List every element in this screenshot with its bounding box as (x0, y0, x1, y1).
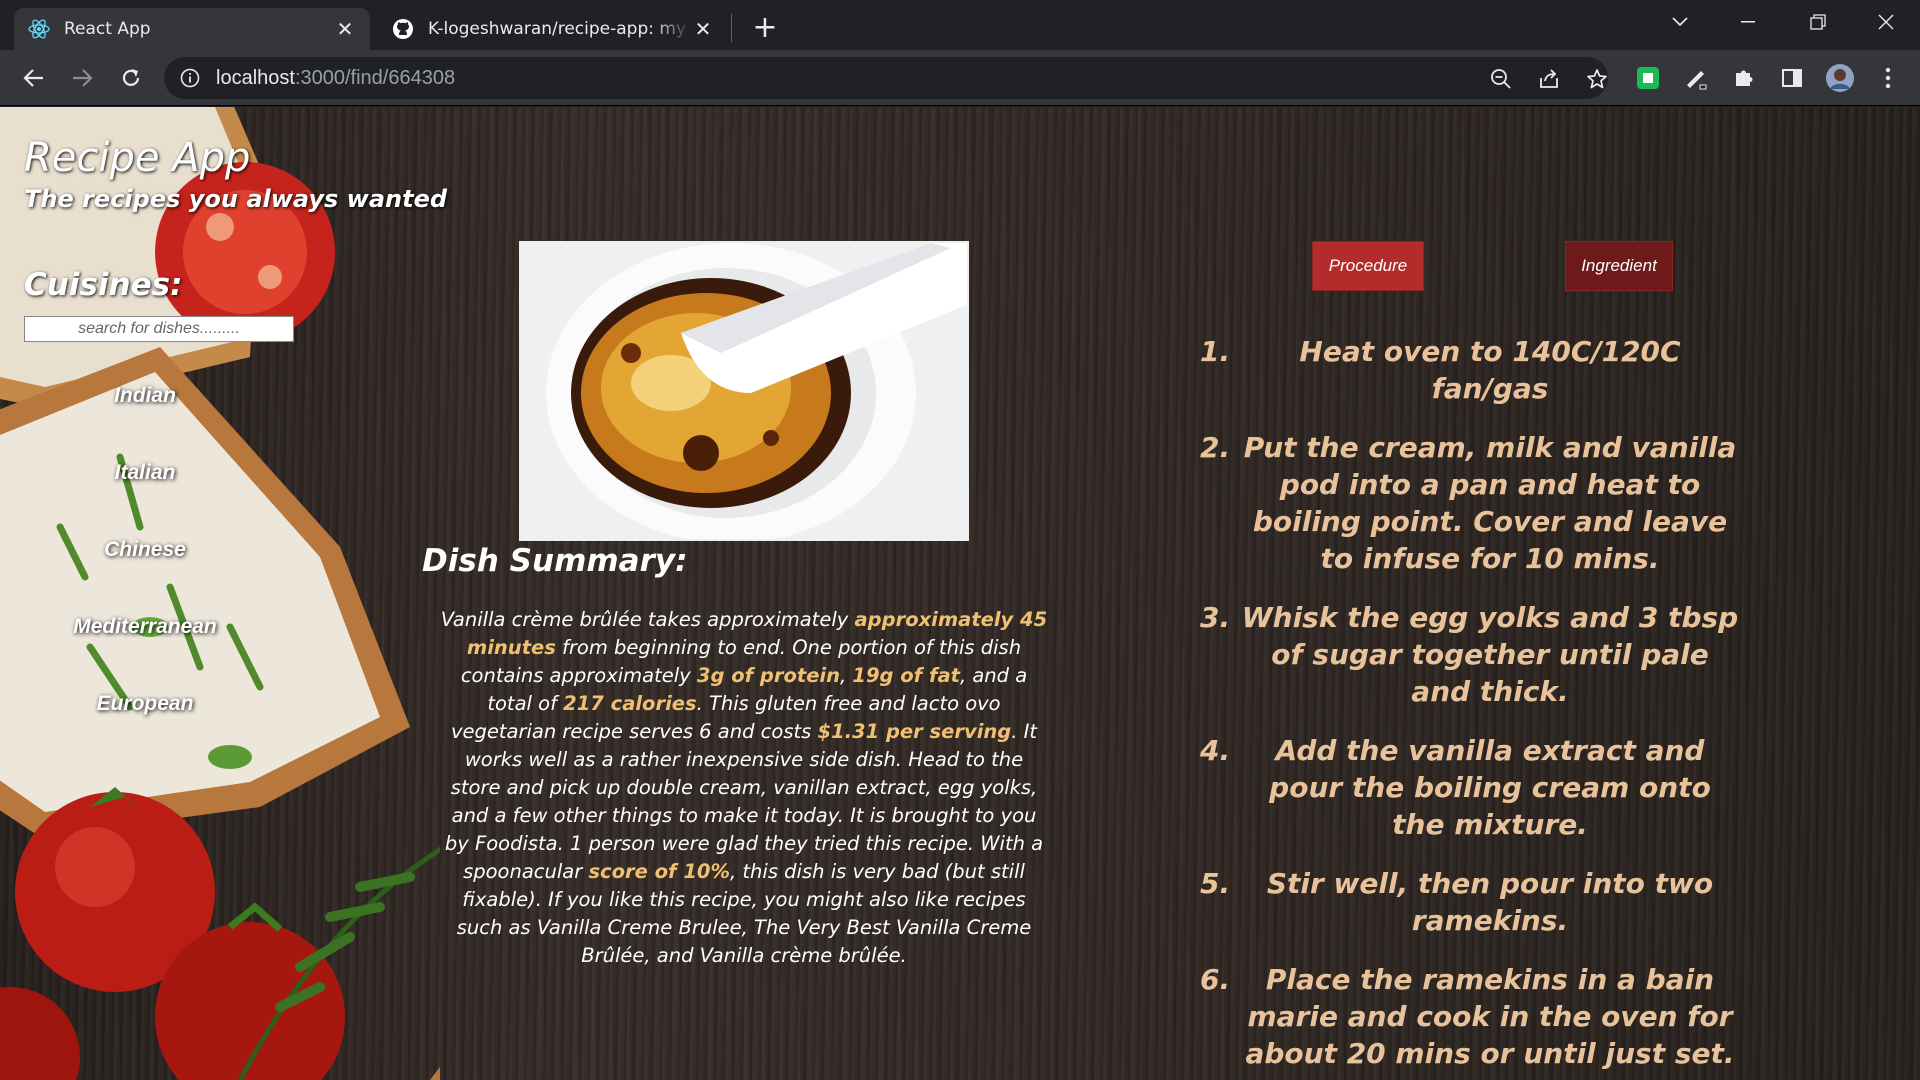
summary-text: Vanilla crème brûlée takes approximately (440, 608, 855, 631)
summary-highlight-cost: $1.31 per serving (817, 720, 1012, 743)
dish-summary-heading: Dish Summary: (422, 543, 688, 579)
step-number: 6. (1200, 963, 1231, 996)
tab-title: React App (64, 19, 151, 39)
step-text: Place the ramekins in a bain marie and c… (1245, 963, 1735, 1070)
cuisine-link-indian[interactable]: Indian (40, 357, 250, 434)
zoom-icon[interactable] (1488, 66, 1514, 92)
site-info-icon[interactable] (178, 66, 202, 90)
search-input[interactable] (24, 316, 294, 342)
dish-image (519, 241, 969, 541)
recipe-page: Recipe App The recipes you always wanted… (0, 107, 1920, 1080)
browser-tab-react-app[interactable]: React App ✕ (14, 8, 370, 50)
reload-icon[interactable] (113, 60, 149, 96)
step-text: Add the vanilla extract and pour the boi… (1269, 734, 1711, 841)
step-number: 2. (1200, 431, 1231, 464)
cuisine-link-european[interactable]: European (40, 665, 250, 742)
cuisine-link-italian[interactable]: Italian (40, 434, 250, 511)
url-host: localhost (216, 66, 295, 89)
bookmark-star-icon[interactable] (1584, 66, 1610, 92)
dish-summary: Vanilla crème brûlée takes approximately… (438, 606, 1050, 970)
pen-extension-icon[interactable] (1680, 62, 1712, 94)
minimize-icon[interactable] (1720, 0, 1776, 44)
procedure-step: 3. Whisk the egg yolks and 3 tbsp of suga… (1200, 599, 1740, 710)
summary-highlight-fat: 19g of fat (852, 664, 960, 687)
procedure-step: 4. Add the vanilla extract and pour the b… (1200, 732, 1740, 843)
extensions-puzzle-icon[interactable] (1728, 62, 1760, 94)
procedure-button[interactable]: Procedure (1312, 241, 1424, 291)
browser-tab-strip: React App ✕ K-logeshwaran/recipe-app: my… (0, 0, 1920, 50)
creme-brulee-photo (521, 243, 967, 539)
procedure-step: 6. Place the ramekins in a bain marie and… (1200, 961, 1740, 1072)
step-text: Put the cream, milk and vanilla pod into… (1243, 431, 1737, 575)
tab-separator (731, 14, 732, 42)
browser-toolbar: localhost:3000/find/664308 (0, 50, 1920, 106)
url-text: localhost:3000/find/664308 (216, 67, 455, 90)
forward-arrow-icon[interactable] (64, 60, 100, 96)
profile-avatar[interactable] (1824, 62, 1856, 94)
address-bar[interactable]: localhost:3000/find/664308 (164, 57, 1608, 99)
step-number: 4. (1200, 734, 1231, 767)
browser-tab-github[interactable]: K-logeshwaran/recipe-app: my first ✕ (378, 8, 728, 50)
summary-text: , (840, 664, 853, 687)
share-icon[interactable] (1536, 66, 1562, 92)
summary-text: . It works well as a rather inexpensive … (444, 720, 1044, 883)
tab-title: K-logeshwaran/recipe-app: my first (428, 19, 692, 39)
url-path: :3000/find/664308 (294, 66, 456, 89)
github-icon (392, 18, 414, 40)
summary-highlight-score: score of 10% (588, 860, 730, 883)
cuisine-link-chinese[interactable]: Chinese (40, 511, 250, 588)
step-text: Stir well, then pour into two ramekins. (1266, 867, 1714, 937)
app-brand: Recipe App The recipes you always wanted (24, 135, 447, 213)
close-tab-icon[interactable]: ✕ (692, 17, 714, 41)
react-icon (28, 18, 50, 40)
green-extension-icon[interactable] (1632, 62, 1664, 94)
step-number: 3. (1200, 601, 1231, 634)
app-title: Recipe App (24, 135, 251, 181)
back-arrow-icon[interactable] (16, 60, 52, 96)
ingredient-button[interactable]: Ingredient (1565, 241, 1673, 291)
cuisine-list: Indian Italian Chinese Mediterranean Eur… (40, 357, 250, 742)
new-tab-plus-icon[interactable]: + (748, 10, 782, 45)
procedure-step: 1. Heat oven to 140C/120C fan/gas (1200, 333, 1740, 407)
cuisine-link-mediterranean[interactable]: Mediterranean (40, 588, 250, 665)
close-window-icon[interactable] (1858, 0, 1914, 44)
procedure-step: 2. Put the cream, milk and vanilla pod in… (1200, 429, 1740, 577)
cuisines-heading: Cuisines: (24, 267, 183, 303)
step-number: 5. (1200, 867, 1231, 900)
procedure-steps: 1. Heat oven to 140C/120C fan/gas 2. Put t… (1200, 333, 1740, 1080)
summary-highlight-protein: 3g of protein (696, 664, 840, 687)
procedure-step: 5. Stir well, then pour into two ramekins… (1200, 865, 1740, 939)
close-tab-icon[interactable]: ✕ (334, 17, 356, 41)
tab-search-chevron-icon[interactable] (1652, 0, 1708, 44)
browser-menu-icon[interactable] (1872, 62, 1904, 94)
side-panel-icon[interactable] (1776, 62, 1808, 94)
step-text: Whisk the egg yolks and 3 tbsp of sugar … (1241, 601, 1739, 708)
step-number: 1. (1200, 335, 1231, 368)
restore-window-icon[interactable] (1790, 0, 1846, 44)
app-tagline: The recipes you always wanted (24, 185, 448, 213)
summary-highlight-calories: 217 calories (563, 692, 697, 715)
step-text: Heat oven to 140C/120C fan/gas (1299, 335, 1681, 405)
